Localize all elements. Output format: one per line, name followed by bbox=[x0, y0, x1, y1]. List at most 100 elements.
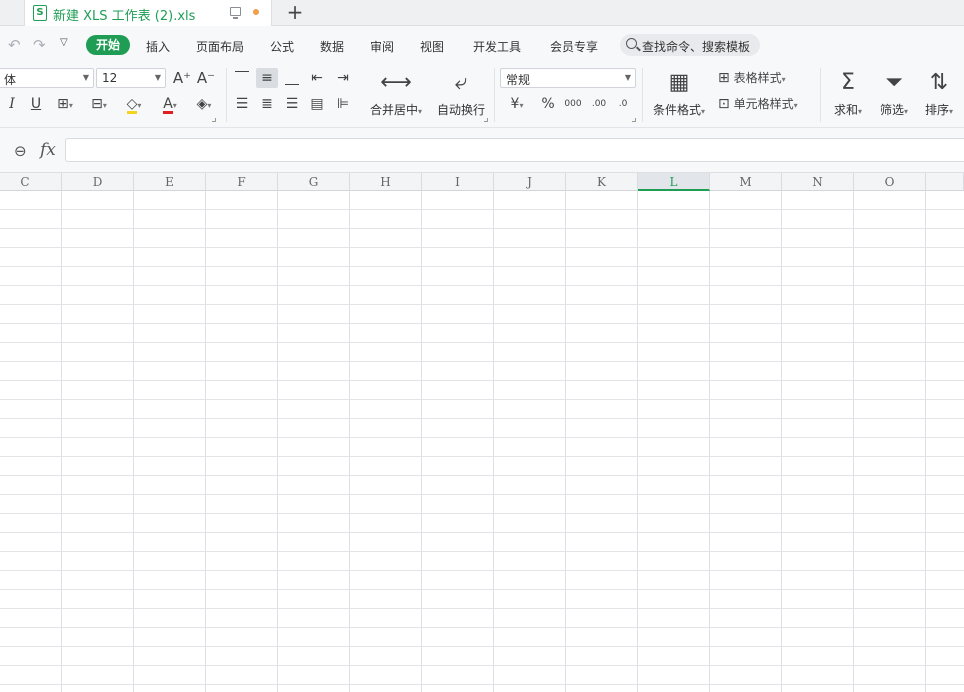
cell-style-button[interactable]: ⊡ 单元格样式▾ bbox=[718, 94, 814, 114]
column-header-i[interactable]: I bbox=[422, 173, 494, 191]
monitor-icon[interactable] bbox=[230, 7, 241, 19]
align-top-button[interactable]: ⎺ bbox=[232, 68, 252, 88]
thousands-separator-button[interactable]: 000 bbox=[562, 94, 584, 114]
formula-input[interactable] bbox=[65, 138, 964, 162]
function-icon[interactable]: fx bbox=[40, 140, 56, 160]
merge-cells-icon: ⟷ bbox=[380, 70, 412, 95]
clear-format-button[interactable]: ◈▾ bbox=[190, 94, 218, 114]
justify-icon: ▤ bbox=[310, 96, 324, 112]
distribute-button[interactable]: ⊫ bbox=[332, 94, 354, 114]
ribbon-separator bbox=[642, 68, 643, 122]
wrap-text-label: 自动换行 bbox=[436, 103, 485, 117]
decrease-decimal-button[interactable]: .0 bbox=[612, 94, 634, 114]
number-dialog-launcher-icon[interactable] bbox=[632, 118, 636, 122]
column-header-c[interactable]: C bbox=[0, 173, 62, 191]
filter-button[interactable]: ⏷ 筛选▾ bbox=[874, 68, 914, 118]
indent-icon: ⇥ bbox=[337, 70, 349, 86]
row-gridline bbox=[0, 513, 964, 514]
column-header-k[interactable]: K bbox=[566, 173, 638, 191]
column-header-d[interactable]: D bbox=[62, 173, 134, 191]
column-header-g[interactable]: G bbox=[278, 173, 350, 191]
row-gridline bbox=[0, 494, 964, 495]
chevron-down-icon: ▼ bbox=[624, 73, 631, 82]
cell-fill-button[interactable]: ⊟▾ bbox=[86, 94, 112, 114]
row-gridline bbox=[0, 266, 964, 267]
align-left-button[interactable]: ☰ bbox=[232, 94, 252, 114]
column-header-m[interactable]: M bbox=[710, 173, 782, 191]
formula-bar: ⊖ fx bbox=[0, 128, 964, 172]
tab-developer[interactable]: 开发工具 bbox=[473, 38, 521, 55]
command-search[interactable]: 查找命令、搜索模板 bbox=[620, 34, 760, 56]
row-gridline bbox=[0, 342, 964, 343]
column-header-n[interactable]: N bbox=[782, 173, 854, 191]
shrink-font-button[interactable]: A⁻ bbox=[196, 68, 216, 88]
font-size-value: 12 bbox=[102, 71, 118, 85]
tab-data[interactable]: 数据 bbox=[320, 38, 344, 55]
conditional-format-button[interactable]: ▦ 条件格式▾ bbox=[648, 68, 710, 118]
menu-bar: ↶ ↷ ▽ 开始 插入 页面布局 公式 数据 审阅 视图 开发工具 会员专享 查… bbox=[0, 26, 964, 62]
wrap-text-button[interactable]: ⤶ 自动换行 bbox=[434, 68, 488, 118]
currency-button[interactable]: ¥▾ bbox=[504, 94, 530, 114]
quick-access-more-icon[interactable]: ▽ bbox=[60, 37, 68, 48]
column-header-j[interactable]: J bbox=[494, 173, 566, 191]
tab-insert[interactable]: 插入 bbox=[146, 38, 170, 55]
cell-grid[interactable] bbox=[0, 191, 964, 692]
row-gridline bbox=[0, 361, 964, 362]
tab-review[interactable]: 审阅 bbox=[370, 38, 394, 55]
column-header-p[interactable]: P bbox=[926, 173, 964, 191]
merge-center-button[interactable]: ⟷ 合并居中▾ bbox=[364, 68, 428, 118]
command-search-label: 查找命令、搜索模板 bbox=[642, 40, 751, 54]
sort-button[interactable]: ⇅ 排序▾ bbox=[918, 68, 960, 118]
align-bottom-button[interactable]: ⎽ bbox=[282, 68, 302, 88]
column-header-l[interactable]: L bbox=[638, 173, 710, 191]
increase-decimal-button[interactable]: .00 bbox=[588, 94, 610, 114]
sum-button[interactable]: Σ 求和▾ bbox=[828, 68, 868, 118]
column-header-e[interactable]: E bbox=[134, 173, 206, 191]
unsaved-dot-icon bbox=[253, 9, 259, 15]
new-tab-button[interactable]: + bbox=[285, 1, 305, 23]
align-middle-button[interactable]: ≡ bbox=[256, 68, 278, 88]
zoom-icon[interactable]: ⊖ bbox=[14, 142, 27, 160]
column-header-f[interactable]: F bbox=[206, 173, 278, 191]
tab-formulas[interactable]: 公式 bbox=[270, 38, 294, 55]
row-gridline bbox=[0, 209, 964, 210]
tab-member[interactable]: 会员专享 bbox=[550, 38, 598, 55]
align-center-button[interactable]: ≣ bbox=[256, 94, 278, 114]
justify-button[interactable]: ▤ bbox=[306, 94, 328, 114]
fill-color-button[interactable]: ◇▾ bbox=[120, 94, 148, 114]
grow-font-button[interactable]: A⁺ bbox=[172, 68, 192, 88]
cell-style-icon: ⊡ bbox=[718, 96, 730, 112]
alignment-dialog-launcher-icon[interactable] bbox=[484, 118, 488, 122]
font-color-button[interactable]: A▾ bbox=[156, 94, 184, 114]
tab-start[interactable]: 开始 bbox=[86, 35, 130, 55]
font-dialog-launcher-icon[interactable] bbox=[212, 118, 216, 122]
row-gridline bbox=[0, 247, 964, 248]
column-header-h[interactable]: H bbox=[350, 173, 422, 191]
search-icon bbox=[626, 38, 637, 49]
redo-icon[interactable]: ↷ bbox=[33, 36, 46, 54]
table-style-button[interactable]: ⊞ 表格样式▾ bbox=[718, 68, 802, 88]
align-right-button[interactable]: ☰ bbox=[282, 94, 302, 114]
tab-bar: S 新建 XLS 工作表 (2).xls + bbox=[0, 0, 964, 26]
underline-button[interactable]: U bbox=[27, 94, 45, 114]
decrease-indent-button[interactable]: ⇤ bbox=[306, 68, 328, 88]
row-gridline bbox=[0, 456, 964, 457]
font-name-value: 体 bbox=[4, 73, 17, 87]
ribbon: 体 ▼ 12 ▼ A⁺ A⁻ I U ⊞▾ ⊟▾ ◇▾ A▾ ◈▾ ⎺ ≡ ⎽ … bbox=[0, 62, 964, 128]
cell-style-label: 单元格样式 bbox=[733, 97, 794, 111]
percent-button[interactable]: % bbox=[538, 94, 558, 114]
tab-page-layout[interactable]: 页面布局 bbox=[196, 38, 244, 55]
number-format-select[interactable]: 常规 ▼ bbox=[500, 68, 636, 88]
document-tab[interactable]: S 新建 XLS 工作表 (2).xls bbox=[24, 0, 272, 26]
borders-button[interactable]: ⊞▾ bbox=[52, 94, 78, 114]
column-header-o[interactable]: O bbox=[854, 173, 926, 191]
row-gridline bbox=[0, 475, 964, 476]
tab-view[interactable]: 视图 bbox=[420, 38, 444, 55]
italic-button[interactable]: I bbox=[4, 94, 20, 114]
increase-indent-button[interactable]: ⇥ bbox=[332, 68, 354, 88]
funnel-icon: ⏷ bbox=[885, 70, 903, 95]
undo-icon[interactable]: ↶ bbox=[8, 36, 21, 54]
font-size-select[interactable]: 12 ▼ bbox=[96, 68, 166, 88]
eraser-icon: ◈ bbox=[196, 96, 208, 112]
font-name-select[interactable]: 体 ▼ bbox=[0, 68, 94, 88]
